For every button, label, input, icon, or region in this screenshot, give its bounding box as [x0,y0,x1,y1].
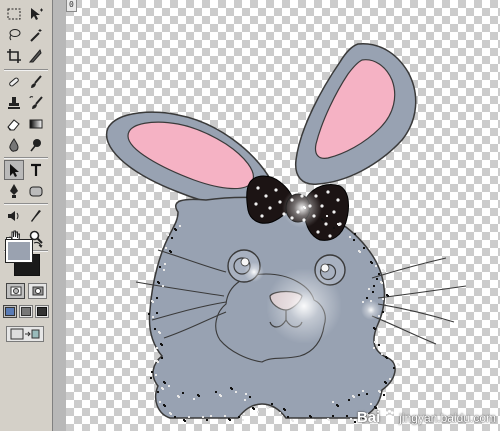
document-canvas[interactable]: 0 Bai jingyan.baidu.com [66,0,500,431]
screen-mode-full-button[interactable] [35,305,49,318]
eraser-icon[interactable] [4,114,24,134]
history-brush-icon[interactable] [26,93,46,113]
toolbox-divider [4,157,48,159]
crop-icon[interactable] [4,46,24,66]
brush-icon[interactable] [26,72,46,92]
watermark-site: jingyan.baidu.com [399,411,496,425]
swap-colors-icon[interactable] [33,235,43,248]
path-select-arrow-icon[interactable] [4,160,24,180]
toolbox-divider [4,69,48,71]
highlight-glow [266,268,342,344]
standard-mode-button[interactable] [6,283,25,299]
jump-to-imageready-button[interactable] [6,326,44,342]
pen-icon[interactable] [4,181,24,201]
notes-icon[interactable] [4,206,24,226]
lasso-icon[interactable] [4,25,24,45]
foreground-color-swatch[interactable] [5,239,33,263]
blur-drop-icon[interactable] [4,135,24,155]
move-arrow-icon[interactable] [26,4,46,24]
gradient-icon[interactable] [26,114,46,134]
screen-mode-standard-button[interactable] [3,305,17,318]
rounded-rect-icon[interactable] [26,181,46,201]
highlight-glow [361,300,381,320]
watermark-brand: Bai [356,409,381,426]
highlight-glow [282,188,322,228]
toolbox-divider [4,203,48,205]
type-t-icon[interactable] [26,160,46,180]
dodge-icon[interactable] [26,135,46,155]
quick-mask-mode-button[interactable] [28,283,47,299]
bandage-icon[interactable] [4,72,24,92]
magic-wand-icon[interactable] [26,25,46,45]
right-ear [294,43,417,185]
clone-stamp-icon[interactable] [4,93,24,113]
eyedropper-icon[interactable] [26,206,46,226]
toolbox-panel [0,0,53,431]
rect-marquee-icon[interactable] [4,4,24,24]
paw-icon [383,407,396,426]
slice-knife-icon[interactable] [26,46,46,66]
screen-mode-menus-button[interactable] [19,305,33,318]
highlight-glow [244,262,264,282]
watermark: Bai jingyan.baidu.com [357,407,496,426]
panel-gap [53,0,66,431]
bunny-artwork [105,43,467,423]
